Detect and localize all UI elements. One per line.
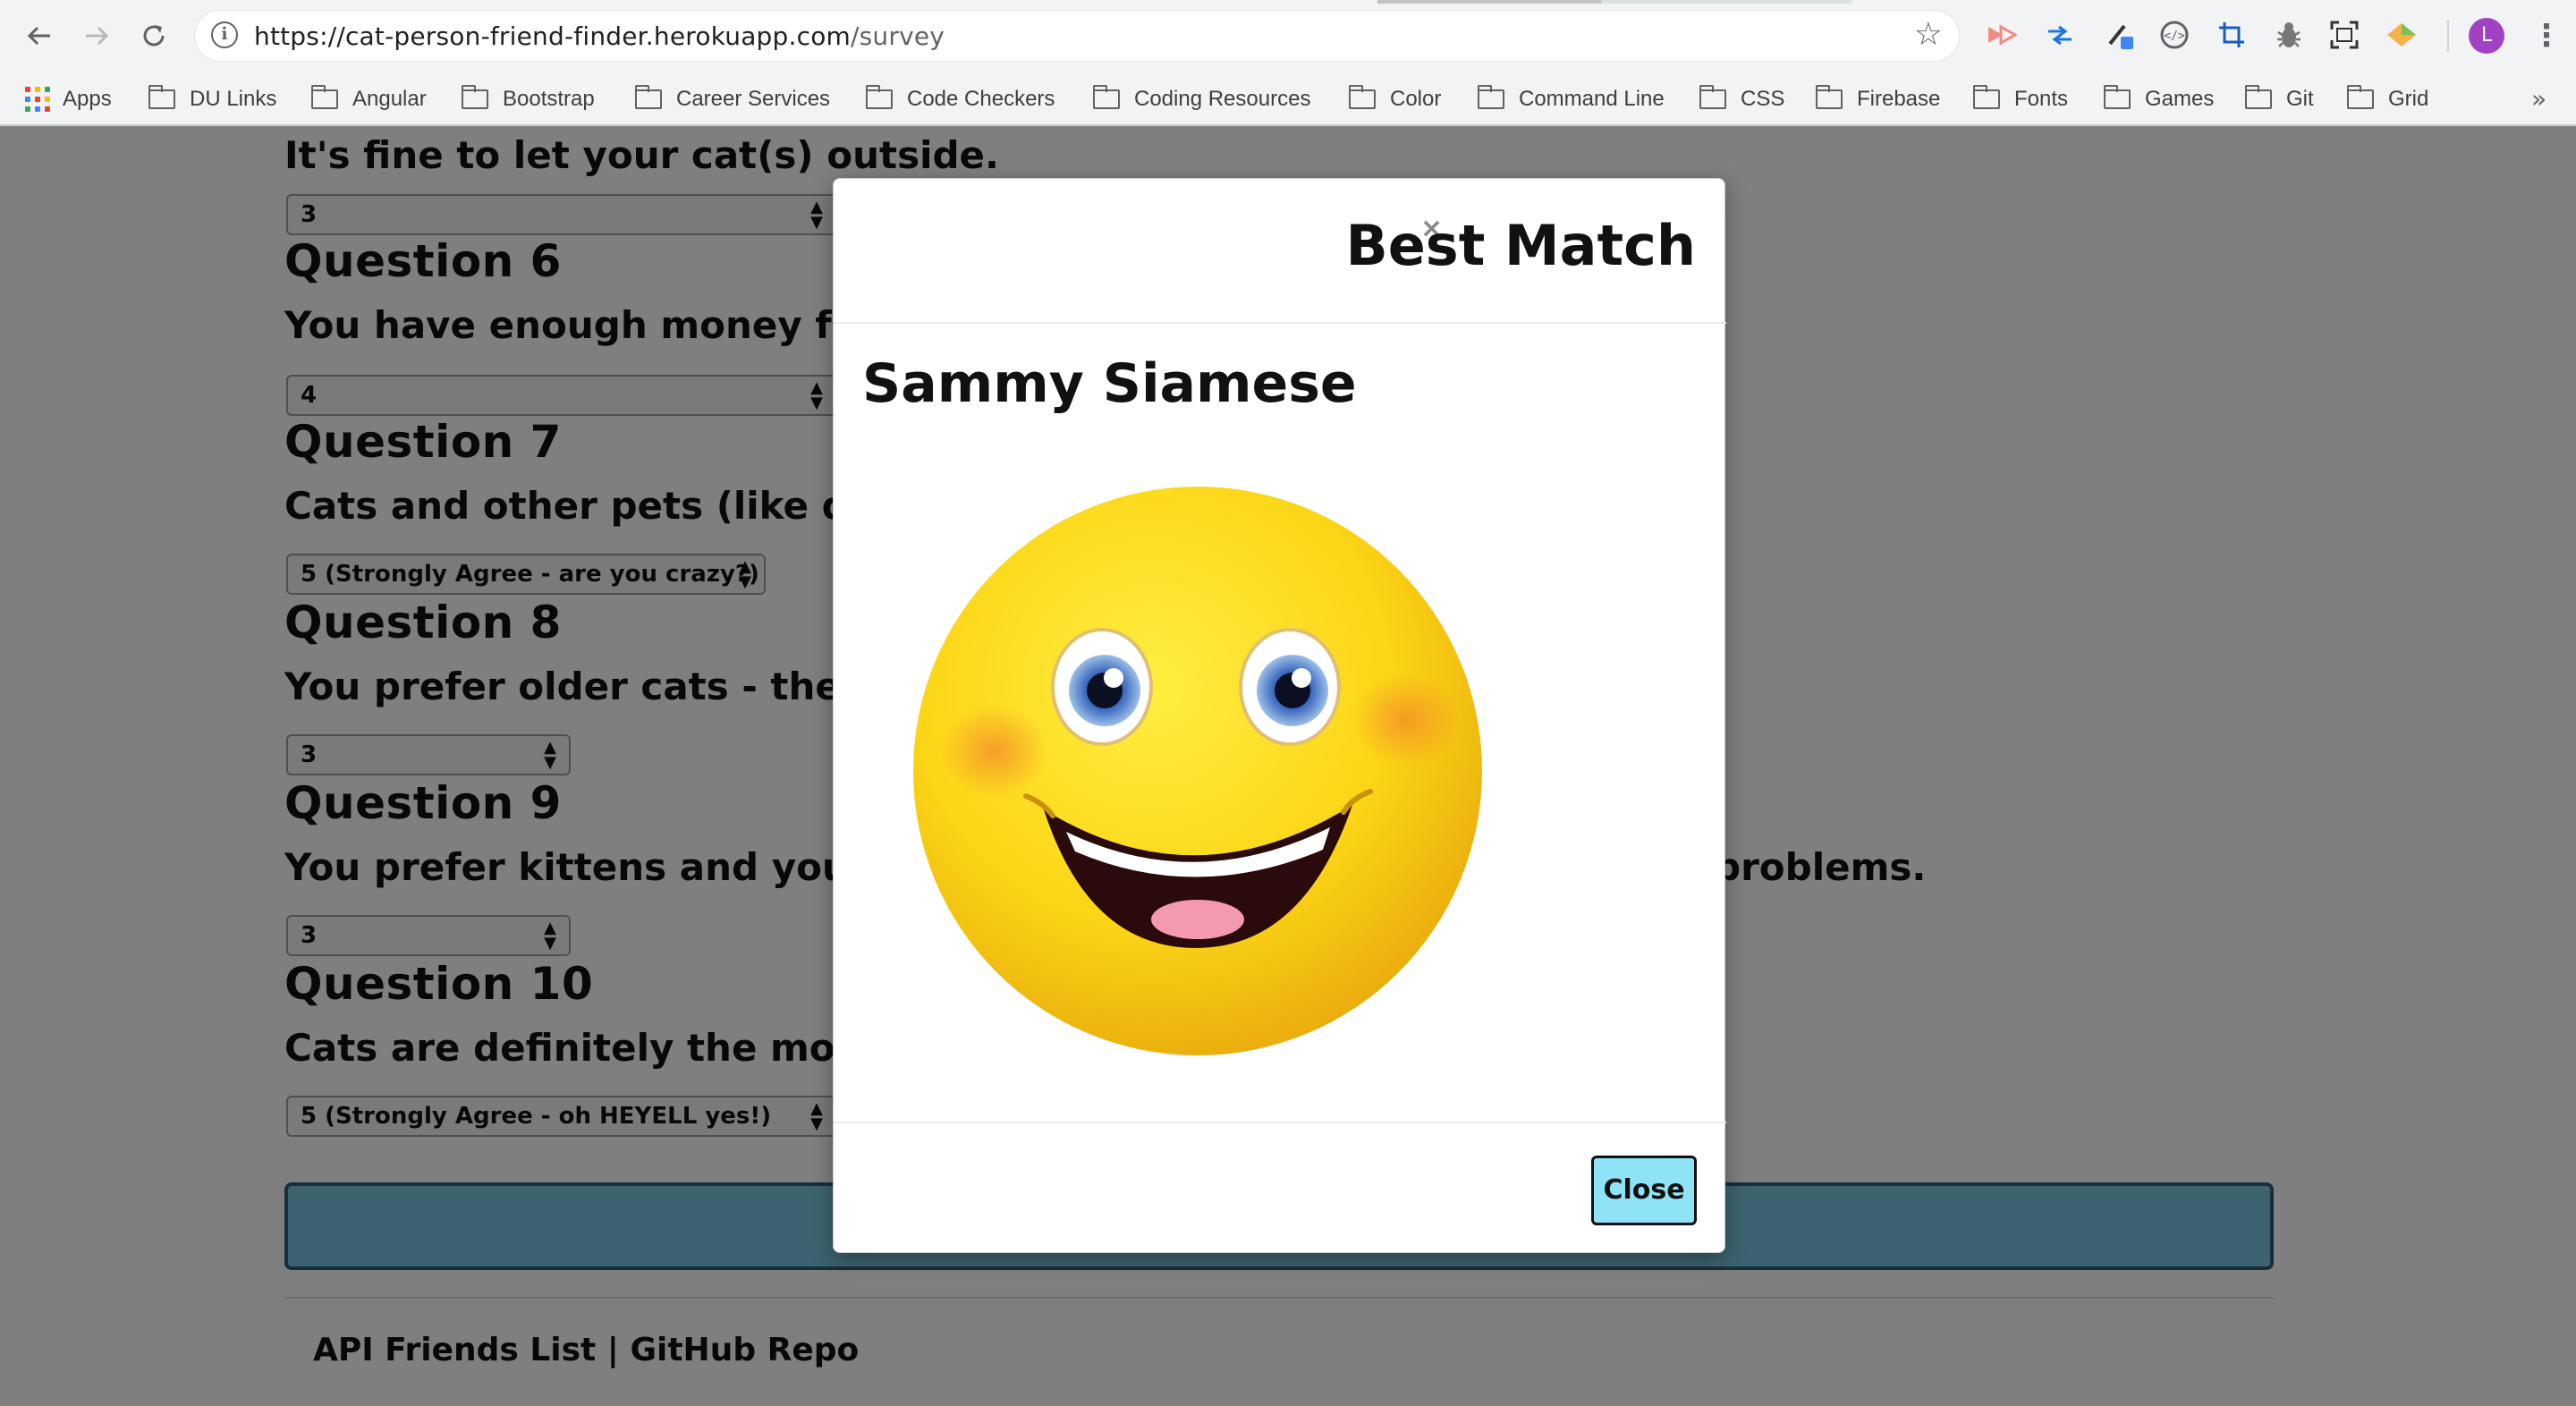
folder-icon	[461, 85, 488, 109]
bookmark-angular[interactable]: Angular	[310, 73, 427, 125]
svg-text:</>: </>	[2164, 30, 2185, 43]
bookmark-label: CSS	[1741, 87, 1785, 111]
bookmark-label: Code Checkers	[907, 87, 1055, 111]
bookmark-firebase[interactable]: Firebase	[1815, 73, 1941, 125]
bookmark-label: DU Links	[190, 87, 277, 111]
url-text[interactable]: https://cat-person-friend-finder.herokua…	[254, 21, 945, 51]
bookmark-coding-resources[interactable]: Coding Resources	[1092, 73, 1311, 125]
bookmarks-bar: Apps DU Links Angular Bootstrap Career S…	[0, 73, 2576, 125]
bookmark-label: Angular	[352, 87, 427, 111]
back-arrow-icon	[27, 26, 50, 46]
bookmark-css[interactable]: CSS	[1699, 73, 1784, 125]
apps-grid-icon	[25, 87, 50, 112]
back-button[interactable]	[20, 16, 59, 55]
browser-chrome: i https://cat-person-friend-finder.herok…	[0, 0, 2576, 126]
folder-icon	[1699, 85, 1726, 109]
extension-code-icon[interactable]: </>	[2157, 18, 2191, 52]
bookmark-git[interactable]: Git	[2244, 73, 2314, 125]
extension-crop-icon[interactable]	[2215, 18, 2249, 52]
extension-fullscreen-icon[interactable]	[2327, 18, 2361, 52]
bookmark-label: Coding Resources	[1134, 87, 1311, 111]
bookmark-label: Grid	[2388, 87, 2429, 111]
bookmark-label: Firebase	[1857, 87, 1941, 111]
folder-icon	[634, 85, 662, 109]
bookmark-label: Career Services	[676, 87, 831, 111]
modal-header: × Best Match	[834, 179, 1726, 324]
reload-button[interactable]	[134, 16, 174, 55]
toolbar-separator	[2447, 20, 2449, 52]
survey-page: It's fine to let your cat(s) outside. 3▲…	[0, 126, 2576, 1406]
bookmark-label: Git	[2286, 87, 2314, 111]
folder-icon	[310, 85, 338, 109]
forward-arrow-icon	[86, 26, 109, 46]
address-bar[interactable]: i https://cat-person-friend-finder.herok…	[195, 11, 1959, 61]
url-host: https://cat-person-friend-finder.herokua…	[254, 21, 852, 51]
forward-button[interactable]	[77, 16, 116, 55]
folder-icon	[865, 85, 893, 109]
bookmark-label: Bootstrap	[503, 87, 595, 111]
site-info-icon[interactable]: i	[211, 21, 238, 48]
folder-icon	[2346, 85, 2374, 109]
folder-icon	[148, 85, 175, 109]
url-path: /survey	[851, 21, 945, 51]
folder-icon	[1815, 85, 1843, 109]
bookmark-color[interactable]: Color	[1348, 73, 1442, 125]
bookmark-label: Command Line	[1519, 87, 1665, 111]
extension-colorpicker-icon[interactable]	[2104, 18, 2138, 52]
extension-record-icon[interactable]	[1984, 18, 2018, 52]
bookmark-games[interactable]: Games	[2103, 73, 2215, 125]
bookmark-label: Games	[2145, 87, 2215, 111]
modal-title: Best Match	[1345, 213, 1697, 278]
bookmark-career-services[interactable]: Career Services	[634, 73, 831, 125]
profile-avatar[interactable]: L	[2469, 18, 2504, 54]
bookmark-code-checkers[interactable]: Code Checkers	[865, 73, 1055, 125]
smiley-face-icon	[913, 487, 1482, 1055]
folder-icon	[1092, 85, 1120, 109]
folder-icon	[1477, 85, 1504, 109]
more-bookmarks-button[interactable]: »	[2531, 73, 2546, 125]
bookmark-label: Color	[1390, 87, 1442, 111]
extension-arrows-icon[interactable]	[2043, 18, 2077, 52]
bookmark-apps[interactable]: Apps	[25, 73, 112, 125]
tab-strip	[0, 0, 2576, 4]
bookmark-du-links[interactable]: DU Links	[148, 73, 276, 125]
close-button[interactable]: Close	[1591, 1156, 1697, 1225]
bookmark-bootstrap[interactable]: Bootstrap	[461, 73, 595, 125]
bookmark-label: Apps	[63, 87, 112, 111]
bookmark-star-icon[interactable]: ☆	[1914, 16, 1943, 53]
reload-icon	[143, 25, 165, 47]
folder-icon	[1972, 85, 2000, 109]
extension-diamond-icon[interactable]	[2385, 18, 2419, 52]
folder-icon	[2244, 85, 2272, 109]
bookmark-grid[interactable]: Grid	[2346, 73, 2429, 125]
folder-icon	[1348, 85, 1376, 109]
chrome-menu-icon[interactable]: ⋮	[2531, 16, 2562, 55]
folder-icon	[2103, 85, 2131, 109]
bookmark-label: Fonts	[2014, 87, 2069, 111]
bookmark-fonts[interactable]: Fonts	[1972, 73, 2069, 125]
bookmark-command-line[interactable]: Command Line	[1477, 73, 1665, 125]
best-match-modal: × Best Match Sammy Siamese Close	[833, 178, 1726, 1253]
extension-bug-icon[interactable]	[2272, 18, 2306, 52]
match-name: Sammy Siamese	[862, 352, 1357, 415]
